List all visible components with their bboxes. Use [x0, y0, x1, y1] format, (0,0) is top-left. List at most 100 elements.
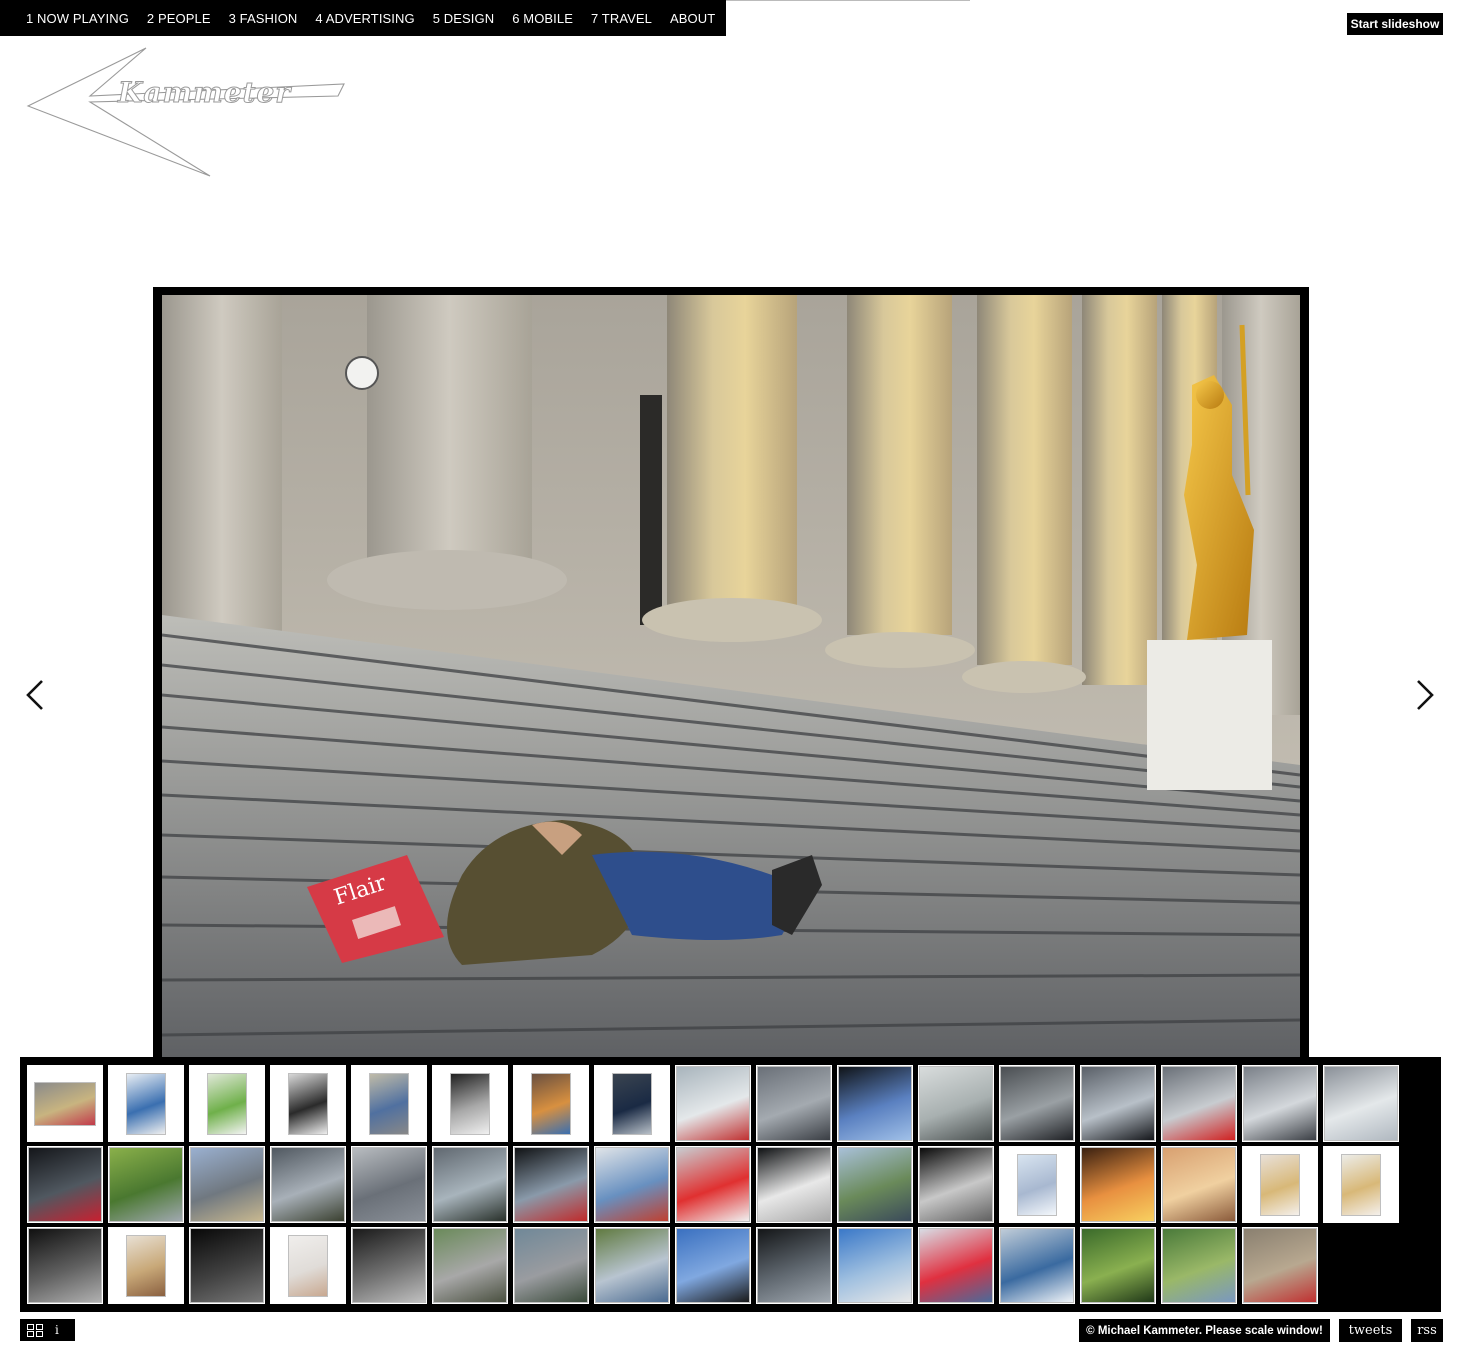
thumbnail[interactable]	[594, 1227, 670, 1304]
thumbnail-image	[28, 1147, 102, 1222]
next-image-button[interactable]	[1410, 675, 1440, 715]
thumbnail[interactable]	[1080, 1146, 1156, 1223]
thumbnail-image	[1243, 1228, 1317, 1303]
thumbnail-image	[595, 1147, 669, 1222]
thumbnail[interactable]	[918, 1146, 994, 1223]
thumbnail[interactable]	[108, 1146, 184, 1223]
thumbnail[interactable]	[27, 1146, 103, 1223]
grid-icon[interactable]	[27, 1323, 43, 1337]
thumbnail[interactable]	[756, 1227, 832, 1304]
thumbnail[interactable]	[594, 1065, 670, 1142]
chevron-right-icon	[1417, 680, 1434, 710]
thumbnail-image	[1162, 1147, 1236, 1222]
thumbnail-image	[126, 1072, 166, 1135]
previous-image-button[interactable]	[22, 675, 52, 715]
thumbnail-image	[1243, 1066, 1317, 1141]
tweets-button[interactable]: tweets	[1339, 1319, 1402, 1342]
thumbnail[interactable]	[918, 1065, 994, 1142]
thumbnail[interactable]	[189, 1065, 265, 1142]
thumbnail[interactable]	[189, 1146, 265, 1223]
thumbnail[interactable]	[1080, 1227, 1156, 1304]
thumbnail-image	[838, 1147, 912, 1222]
thumbnail-image	[757, 1147, 831, 1222]
thumbnail-image	[433, 1147, 507, 1222]
thumbnail[interactable]	[918, 1227, 994, 1304]
thumbnail-image	[1260, 1153, 1300, 1216]
thumbnail-image	[1000, 1228, 1074, 1303]
nav-item-2[interactable]: 2 PEOPLE	[147, 11, 211, 26]
thumbnail[interactable]	[837, 1146, 913, 1223]
thumbnail[interactable]	[270, 1065, 346, 1142]
thumbnail[interactable]	[108, 1227, 184, 1304]
thumbnail[interactable]	[837, 1227, 913, 1304]
thumbnail[interactable]	[513, 1227, 589, 1304]
thumbnail[interactable]	[513, 1146, 589, 1223]
thumbnail[interactable]	[1323, 1065, 1399, 1142]
thumbnail-image	[433, 1228, 507, 1303]
nav-item-5[interactable]: 5 DESIGN	[433, 11, 494, 26]
copyright-notice: © Michael Kammeter. Please scale window!	[1079, 1319, 1330, 1342]
nav-item-6[interactable]: 6 MOBILE	[512, 11, 573, 26]
thumbnail-image	[352, 1147, 426, 1222]
thumbnail[interactable]	[1242, 1146, 1318, 1223]
nav-item-1[interactable]: 1 NOW PLAYING	[26, 11, 129, 26]
thumbnail[interactable]	[189, 1227, 265, 1304]
thumbnail[interactable]	[1161, 1227, 1237, 1304]
thumbnail[interactable]	[432, 1227, 508, 1304]
thumbnail[interactable]	[675, 1227, 751, 1304]
thumbnail-image	[126, 1234, 166, 1297]
thumbnail[interactable]	[837, 1065, 913, 1142]
nav-item-7[interactable]: 7 TRAVEL	[591, 11, 652, 26]
thumbnail[interactable]	[27, 1227, 103, 1304]
thumbnail[interactable]	[513, 1065, 589, 1142]
main-image-frame: Flair	[153, 287, 1309, 1057]
thumbnail[interactable]	[1242, 1065, 1318, 1142]
thumbnail[interactable]	[756, 1065, 832, 1142]
thumbnail-image	[919, 1147, 993, 1222]
thumbnail[interactable]	[351, 1227, 427, 1304]
thumbnail[interactable]	[351, 1146, 427, 1223]
thumbnail-row	[27, 1146, 1441, 1223]
thumbnail-image	[1341, 1153, 1381, 1216]
thumbnail[interactable]	[999, 1146, 1075, 1223]
nav-item-8[interactable]: ABOUT	[670, 11, 715, 26]
thumbnail-image	[838, 1066, 912, 1141]
thumbnail[interactable]	[1161, 1146, 1237, 1223]
thumbnail[interactable]	[756, 1146, 832, 1223]
thumbnail[interactable]	[351, 1065, 427, 1142]
thumbnail-image	[352, 1228, 426, 1303]
thumbnail[interactable]	[270, 1227, 346, 1304]
thumbnail[interactable]	[432, 1065, 508, 1142]
info-icon[interactable]: i	[55, 1323, 59, 1337]
top-divider	[726, 0, 970, 1]
footer-controls: i	[20, 1319, 75, 1341]
thumbnail[interactable]	[27, 1065, 103, 1142]
thumbnail[interactable]	[1080, 1065, 1156, 1142]
main-photo[interactable]: Flair	[162, 295, 1300, 1057]
nav-item-4[interactable]: 4 ADVERTISING	[315, 11, 414, 26]
rss-button[interactable]: rss	[1411, 1319, 1443, 1342]
thumbnail[interactable]	[999, 1227, 1075, 1304]
thumbnail-image	[1081, 1147, 1155, 1222]
thumbnail[interactable]	[594, 1146, 670, 1223]
kammeter-logo[interactable]: Kammeter	[26, 44, 356, 184]
thumbnail-image	[919, 1228, 993, 1303]
thumbnail[interactable]	[675, 1146, 751, 1223]
thumbnail-image	[595, 1228, 669, 1303]
nav-item-3[interactable]: 3 FASHION	[229, 11, 298, 26]
thumbnail[interactable]	[1242, 1227, 1318, 1304]
thumbnail-image	[838, 1228, 912, 1303]
thumbnail-image	[531, 1072, 571, 1135]
thumbnail[interactable]	[1161, 1065, 1237, 1142]
thumbnail[interactable]	[1323, 1146, 1399, 1223]
start-slideshow-button[interactable]: Start slideshow	[1347, 13, 1443, 35]
thumbnail-image	[514, 1147, 588, 1222]
thumbnail[interactable]	[108, 1065, 184, 1142]
thumbnail-image	[28, 1228, 102, 1303]
thumbnail[interactable]	[270, 1146, 346, 1223]
thumbnail[interactable]	[999, 1065, 1075, 1142]
thumbnail-image	[288, 1234, 328, 1297]
thumbnail[interactable]	[432, 1146, 508, 1223]
thumbnail-image	[1162, 1228, 1236, 1303]
thumbnail[interactable]	[675, 1065, 751, 1142]
